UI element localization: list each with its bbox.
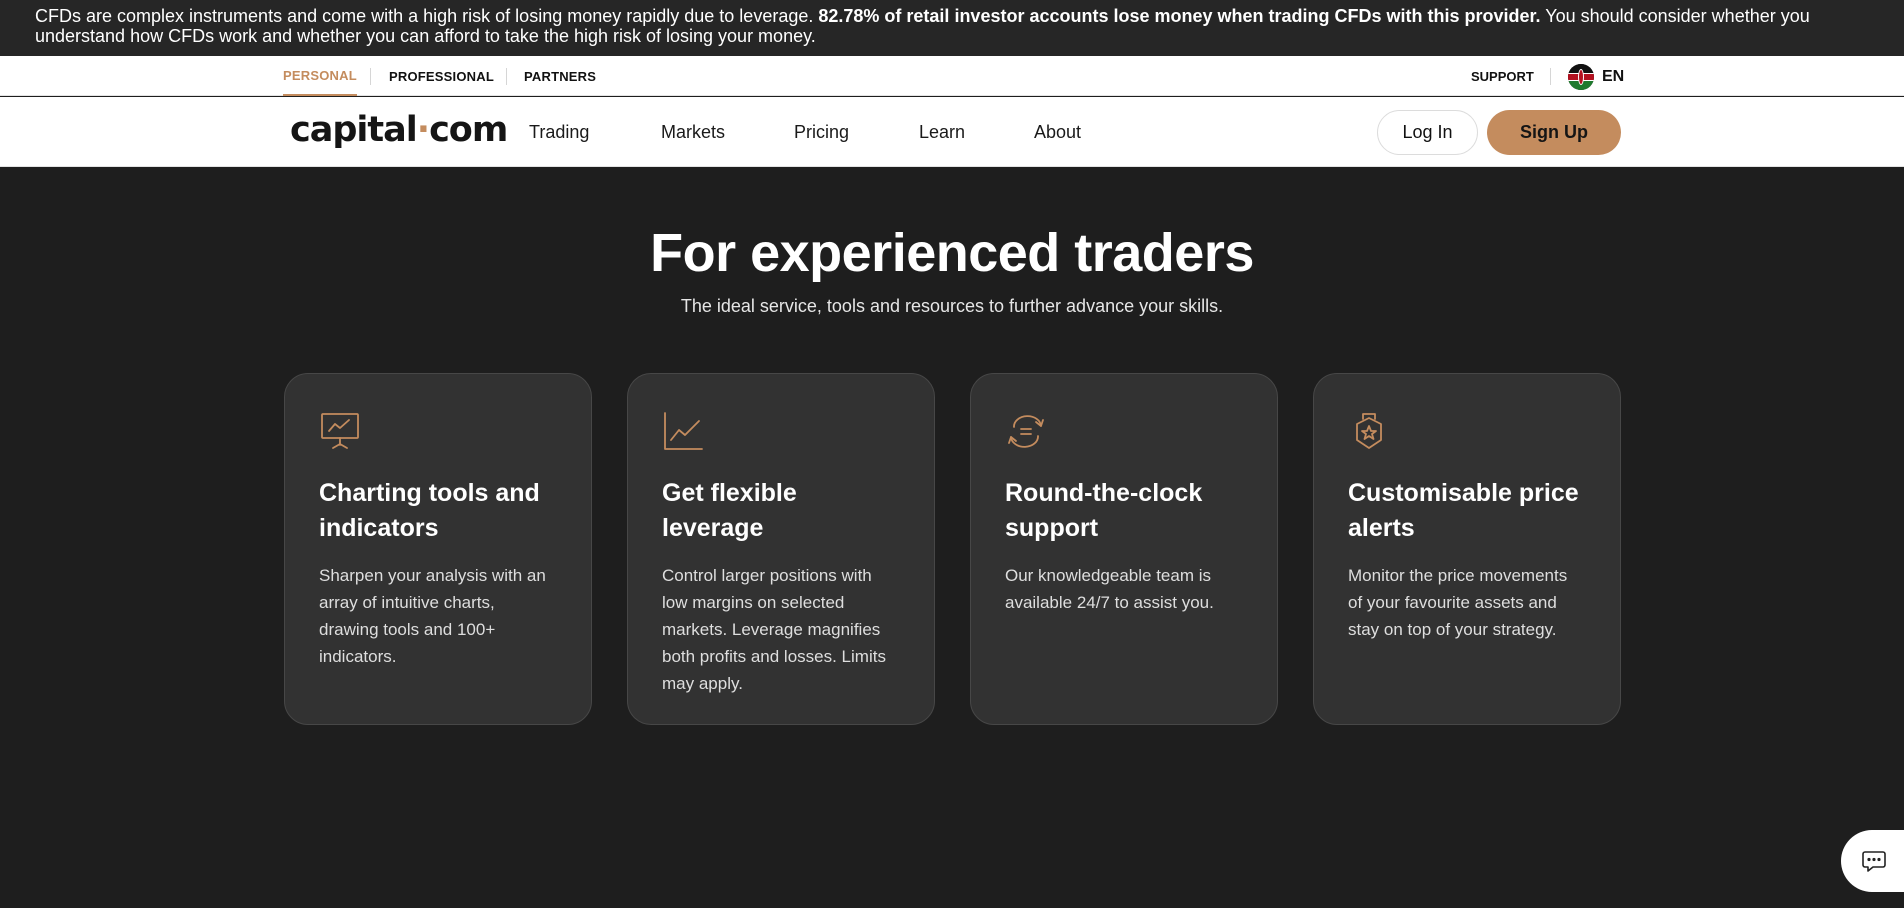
kenya-flag-icon bbox=[1568, 64, 1594, 90]
feature-description: Sharpen your analysis with an array of i… bbox=[319, 566, 546, 666]
segment-divider bbox=[370, 68, 371, 85]
capital-com-logo[interactable]: capital·com bbox=[290, 110, 508, 150]
risk-warning-percentage: 82.78% of retail investor accounts lose … bbox=[818, 6, 1541, 26]
feature-card-support: Round-the-clock support Our knowledgeabl… bbox=[970, 373, 1278, 725]
risk-warning-banner: CFDs are complex instruments and come wi… bbox=[0, 0, 1904, 56]
feature-description: Our knowledgeable team is available 24/7… bbox=[1005, 566, 1214, 612]
nav-link-markets[interactable]: Markets bbox=[661, 97, 725, 167]
segment-divider bbox=[506, 68, 507, 85]
section-subtitle: The ideal service, tools and resources t… bbox=[680, 296, 1224, 316]
language-code: EN bbox=[1602, 68, 1625, 85]
feature-title: Charting tools and indicators bbox=[319, 479, 540, 542]
language-selector[interactable]: EN bbox=[1568, 64, 1624, 90]
nav-link-about[interactable]: About bbox=[1034, 97, 1081, 167]
audience-bar: PERSONAL PROFESSIONAL PARTNERS SUPPORT E… bbox=[0, 56, 1904, 96]
section-title: For experienced traders bbox=[650, 223, 1254, 283]
feature-card-leverage: Get flexible leverage Control larger pos… bbox=[627, 373, 935, 725]
signup-button[interactable]: Sign Up bbox=[1487, 110, 1621, 155]
main-navbar: capital·com Trading Markets Pricing Lear… bbox=[0, 97, 1904, 167]
risk-warning-text: CFDs are complex instruments and come wi… bbox=[35, 6, 819, 26]
nav-link-learn[interactable]: Learn bbox=[919, 97, 965, 167]
feature-title: Customisable price alerts bbox=[1348, 479, 1579, 542]
nav-link-pricing[interactable]: Pricing bbox=[794, 97, 849, 167]
segment-tab-personal[interactable]: PERSONAL bbox=[283, 56, 357, 96]
chat-widget-button[interactable] bbox=[1841, 830, 1904, 892]
login-button[interactable]: Log In bbox=[1377, 110, 1478, 155]
support-divider bbox=[1550, 68, 1551, 85]
presentation-chart-icon bbox=[321, 413, 359, 449]
feature-description: Control larger positions with low margin… bbox=[662, 566, 886, 693]
chat-bubble-icon bbox=[1862, 851, 1886, 872]
feature-title: Round-the-clock support bbox=[1005, 479, 1203, 542]
feature-card-charting: Charting tools and indicators Sharpen yo… bbox=[284, 373, 592, 725]
segment-tab-partners[interactable]: PARTNERS bbox=[524, 56, 596, 96]
feature-description: Monitor the price movements of your favo… bbox=[1348, 566, 1568, 639]
feature-card-alerts: Customisable price alerts Monitor the pr… bbox=[1313, 373, 1621, 725]
segment-tab-professional[interactable]: PROFESSIONAL bbox=[389, 56, 494, 96]
support-link[interactable]: SUPPORT bbox=[1471, 56, 1534, 96]
chat-arrows-icon bbox=[1008, 415, 1044, 448]
alert-badge-icon bbox=[1356, 413, 1382, 449]
feature-title: Get flexible leverage bbox=[662, 479, 797, 542]
nav-link-trading[interactable]: Trading bbox=[529, 97, 589, 167]
line-chart-icon bbox=[664, 412, 703, 450]
